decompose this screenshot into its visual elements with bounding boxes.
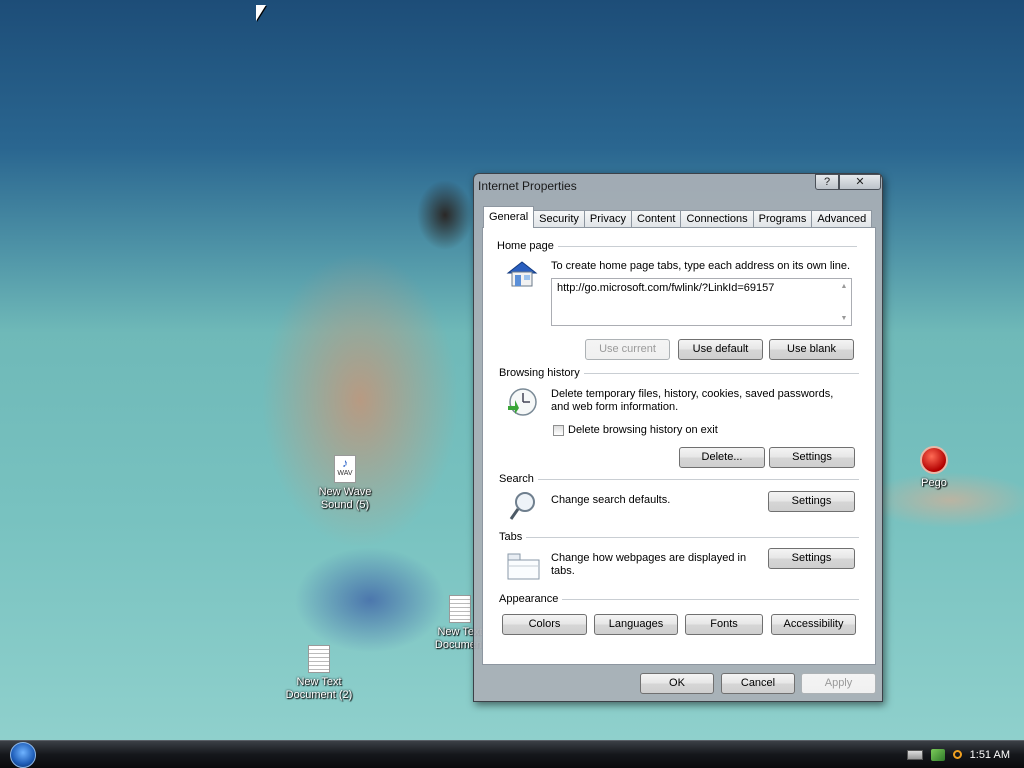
desktop-icon-new-wave-sound[interactable]: New Wave Sound (5) [305,455,385,512]
tab-privacy[interactable]: Privacy [583,210,632,228]
use-current-button[interactable]: Use current [585,339,670,360]
search-icon[interactable] [952,750,962,759]
network-icon[interactable] [930,748,945,761]
pego-app-icon [920,446,948,474]
tab-content[interactable]: Content [630,210,682,228]
home-page-description: To create home page tabs, type each addr… [551,260,851,272]
browsing-history-description: Delete temporary files, history, cookies… [551,388,834,413]
cancel-button[interactable]: Cancel [721,673,795,694]
system-tray: 1:51 AM [906,741,1024,768]
search-divider [499,479,859,480]
clock[interactable]: 1:51 AM [970,749,1010,761]
start-button[interactable] [10,742,36,768]
tabbed-window-icon [507,550,541,582]
history-settings-button[interactable]: Settings [769,447,855,468]
magnifier-icon [507,490,541,522]
search-settings-button[interactable]: Settings [768,491,855,512]
delete-history-on-exit-checkbox[interactable] [553,425,564,436]
apply-button[interactable]: Apply [801,673,876,694]
dialog-titlebar[interactable]: Internet Properties ? ✕ [474,174,882,198]
tab-advanced[interactable]: Advanced [811,210,873,228]
close-button[interactable]: ✕ [839,174,881,190]
internet-properties-dialog: Internet Properties ? ✕ General Security… [473,173,883,702]
help-button[interactable]: ? [815,174,839,190]
browsing-history-heading: Browsing history [499,367,584,379]
desktop-icon-new-text-document-2[interactable]: New Text Document (2) [279,645,359,702]
desktop-icon-label: New Wave Sound (5) [318,486,372,511]
desktop-icon-label: New Text Document (2) [285,676,353,701]
home-page-url-text: http://go.microsoft.com/fwlink/?LinkId=6… [557,282,775,294]
scroll-down-icon[interactable]: ▼ [839,315,849,323]
colors-button[interactable]: Colors [502,614,587,635]
taskbar: 1:51 AM [0,740,1024,768]
general-tab-panel: Home page To create home page tabs, type… [482,227,876,665]
home-page-heading: Home page [497,240,558,252]
languages-button[interactable]: Languages [594,614,678,635]
text-file-icon [308,645,330,673]
tabs-description: Change how webpages are displayed in tab… [551,552,747,577]
keyboard-icon[interactable] [906,749,923,760]
mouse-pointer-icon [256,5,266,21]
tab-connections[interactable]: Connections [680,210,754,228]
tabs-heading: Tabs [499,531,527,543]
search-heading: Search [499,473,538,485]
use-default-button[interactable]: Use default [678,339,763,360]
delete-history-button[interactable]: Delete... [679,447,765,468]
search-description: Change search defaults. [551,494,671,506]
use-blank-button[interactable]: Use blank [769,339,854,360]
history-clock-icon [505,386,539,418]
tabs-settings-button[interactable]: Settings [768,548,855,569]
fonts-button[interactable]: Fonts [685,614,763,635]
home-page-url-input[interactable]: http://go.microsoft.com/fwlink/?LinkId=6… [551,278,852,326]
text-file-icon [449,595,471,623]
desktop-icon-pego[interactable]: Pego [894,446,974,490]
tab-strip: General Security Privacy Content Connect… [483,206,873,228]
accessibility-button[interactable]: Accessibility [771,614,856,635]
home-icon [505,258,539,290]
delete-history-on-exit-label[interactable]: Delete browsing history on exit [568,424,718,437]
tab-programs[interactable]: Programs [752,210,813,228]
ok-button[interactable]: OK [640,673,714,694]
tab-general[interactable]: General [483,206,535,228]
dialog-title: Internet Properties [478,179,577,193]
tab-security[interactable]: Security [533,210,585,228]
tabs-divider [499,537,859,538]
scroll-up-icon[interactable]: ▲ [839,283,849,291]
appearance-heading: Appearance [499,593,563,605]
desktop-icon-label: Pego [921,477,947,489]
wave-file-icon [334,455,356,483]
